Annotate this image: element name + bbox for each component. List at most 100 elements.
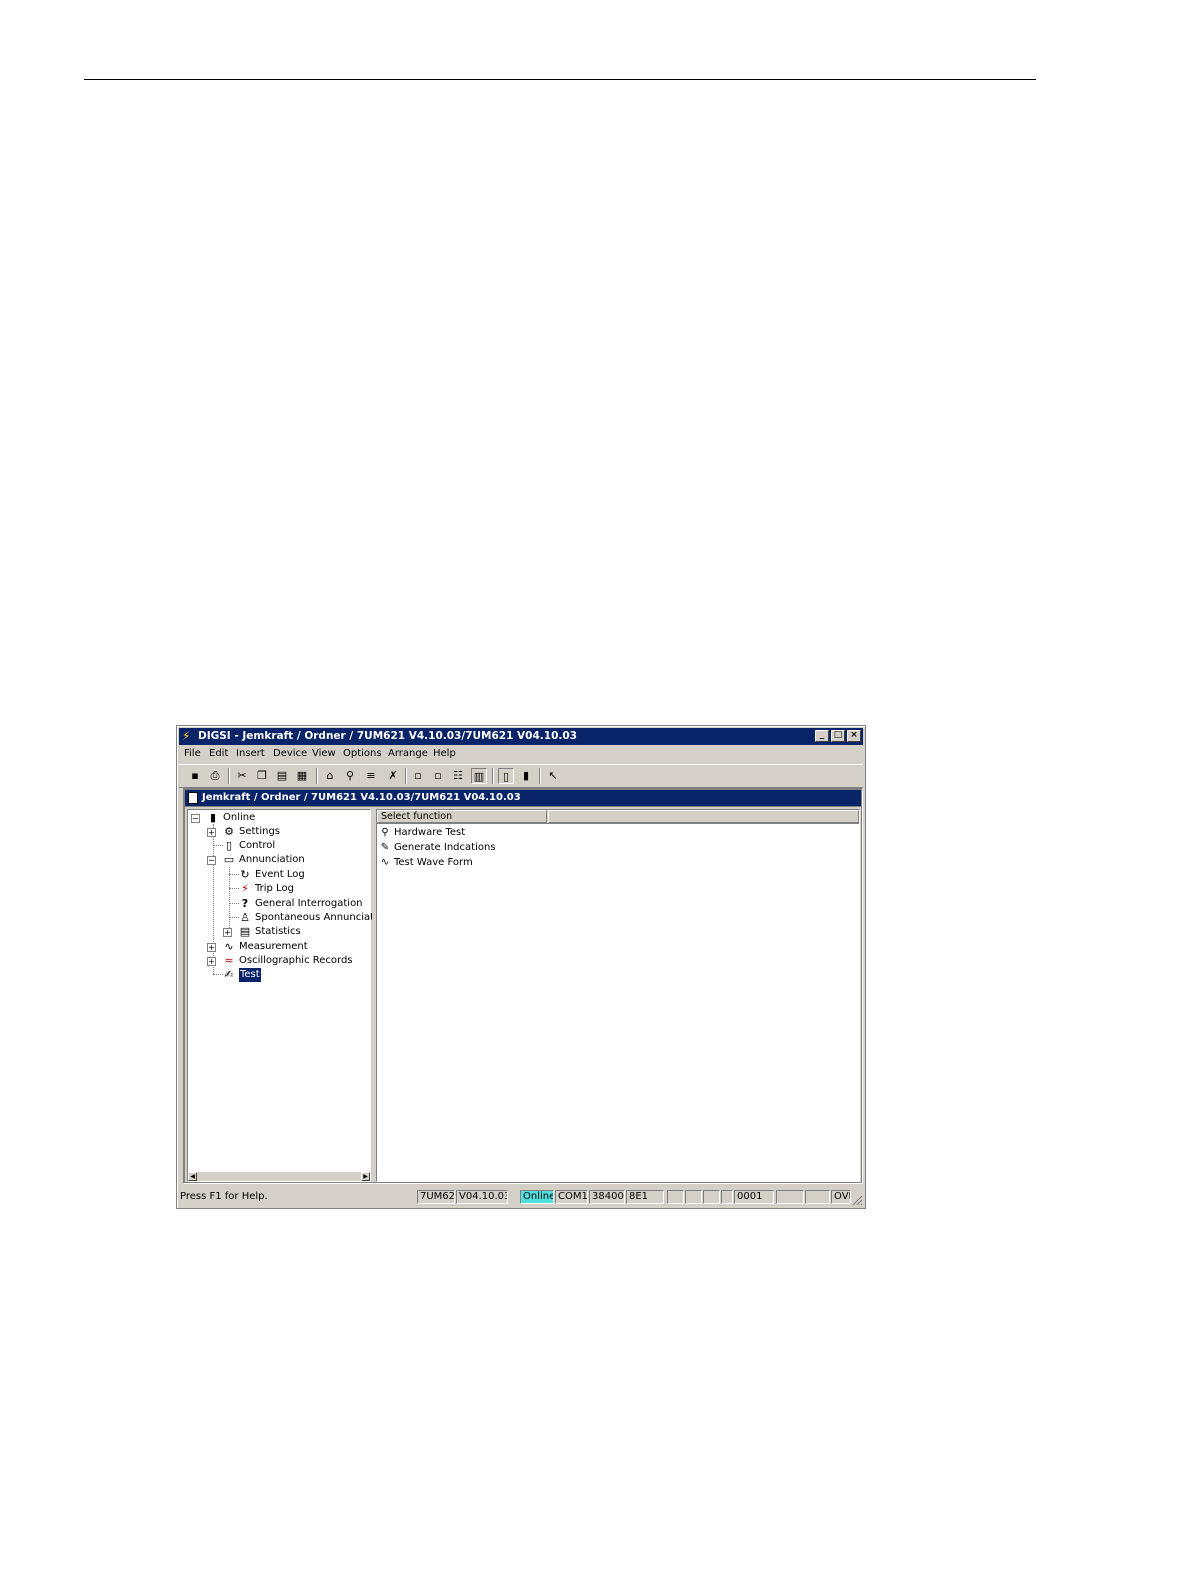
insert-icon[interactable]: ≡ xyxy=(363,768,379,784)
expand-icon[interactable]: + xyxy=(223,928,232,937)
scroll-left-icon[interactable]: ◀ xyxy=(188,1172,197,1181)
tree-label-selected: Test xyxy=(239,968,261,982)
search-device-icon[interactable]: ⚲ xyxy=(342,768,358,784)
menu-device[interactable]: Device xyxy=(273,748,307,759)
digsi-window: ⚡ DIGSI - Jemkraft / Ordner / 7UM621 V4.… xyxy=(176,725,866,1209)
tree-label: Spontaneous Annunciatio xyxy=(255,912,383,923)
column-header-empty[interactable] xyxy=(548,810,859,823)
status-version: V04.10.03 xyxy=(456,1190,508,1204)
tree-label: Oscillographic Records xyxy=(239,955,353,966)
general-interrogation-icon: ? xyxy=(241,897,249,910)
menu-help[interactable]: Help xyxy=(433,748,456,759)
digsi-app-icon: ⚡ xyxy=(182,729,191,743)
menu-options[interactable]: Options xyxy=(343,748,382,759)
status-bar: Press F1 for Help. 7UM621 V04.10.03 Onli… xyxy=(179,1189,863,1206)
large-icons-icon[interactable]: ▫ xyxy=(410,768,426,784)
copy-icon[interactable]: ❐ xyxy=(254,768,270,784)
toolbar-separator xyxy=(316,768,318,784)
help-pointer-icon[interactable]: ↖ xyxy=(545,768,561,784)
status-baud: 38400 xyxy=(589,1190,625,1204)
cut-icon[interactable]: ✂ xyxy=(234,768,250,784)
collapse-icon[interactable]: − xyxy=(207,856,216,865)
navigation-tree[interactable]: − ▮ Online + ⚙ Settings ▯ Control − ▭ An… xyxy=(187,809,383,1182)
status-counter: 0001 xyxy=(734,1190,774,1204)
test-icon: ✍ xyxy=(224,968,234,981)
menu-view[interactable]: View xyxy=(312,748,336,759)
tree-label: General Interrogation xyxy=(255,898,363,909)
hardware-test-icon: ⚲ xyxy=(381,827,389,838)
list-item-label: Generate Indcations xyxy=(394,842,496,853)
control-icon: ▯ xyxy=(225,839,233,852)
menu-edit[interactable]: Edit xyxy=(209,748,228,759)
list-view-icon[interactable]: ☷ xyxy=(450,768,466,784)
scroll-right-icon[interactable]: ▶ xyxy=(361,1172,370,1181)
menu-arrange[interactable]: Arrange xyxy=(388,748,428,759)
list-header: Select function xyxy=(377,810,859,824)
tree-label: Statistics xyxy=(255,926,301,937)
tree-horizontal-scrollbar[interactable]: ◀ ▶ xyxy=(188,1171,370,1181)
offline-icon[interactable]: ▮ xyxy=(518,768,534,784)
collapse-icon[interactable]: − xyxy=(191,814,200,823)
tree-label: Trip Log xyxy=(255,883,294,894)
tree-line xyxy=(229,867,230,932)
oscillograph-icon: ≈ xyxy=(224,954,234,967)
tree-label: Event Log xyxy=(255,869,305,880)
status-overwrite: OVR xyxy=(831,1190,851,1204)
paste-icon[interactable]: ▤ xyxy=(274,768,290,784)
resize-grip-icon[interactable] xyxy=(851,1194,863,1206)
tree-label: Control xyxy=(239,840,276,851)
status-indicator xyxy=(721,1190,733,1204)
generate-indications-icon: ✎ xyxy=(380,842,390,853)
status-indicator xyxy=(703,1190,720,1204)
toolbar-separator xyxy=(539,768,541,784)
status-indicator xyxy=(805,1190,830,1204)
tree-label: Measurement xyxy=(239,941,308,952)
toolbar-separator xyxy=(228,768,230,784)
document-icon xyxy=(188,792,198,804)
close-button[interactable]: × xyxy=(847,730,861,742)
details-view-icon[interactable]: ▥ xyxy=(471,768,487,784)
small-icons-icon[interactable]: ▫ xyxy=(430,768,446,784)
delete-icon[interactable]: ▦ xyxy=(294,768,310,784)
status-indicator xyxy=(776,1190,804,1204)
child-window-body: − ▮ Online + ⚙ Settings ▯ Control − ▭ An… xyxy=(185,807,861,1182)
minimize-button[interactable]: _ xyxy=(815,730,829,742)
child-window-title-bar[interactable]: Jemkraft / Ordner / 7UM621 V4.10.03/7UM6… xyxy=(185,790,861,806)
measurement-icon: ∿ xyxy=(224,940,234,953)
expand-icon[interactable]: + xyxy=(207,957,216,966)
tree-label: Settings xyxy=(239,826,281,837)
save-icon[interactable]: ▪ xyxy=(187,768,203,784)
test-wave-form-icon: ∿ xyxy=(380,857,390,868)
title-bar[interactable]: ⚡ DIGSI - Jemkraft / Ordner / 7UM621 V4.… xyxy=(179,728,863,745)
online-icon[interactable]: ▯ xyxy=(498,768,514,784)
statistics-icon: ▤ xyxy=(239,925,251,938)
window-title: DIGSI - Jemkraft / Ordner / 7UM621 V4.10… xyxy=(198,730,577,742)
tree-label: Online xyxy=(223,812,256,823)
status-device: 7UM621 xyxy=(417,1190,455,1204)
settings-icon: ⚙ xyxy=(224,825,234,838)
print-icon[interactable]: ⎙ xyxy=(207,768,223,784)
function-list[interactable]: Select function ⚲ Hardware Test ✎ Genera… xyxy=(376,809,860,1182)
tree-label: Annunciation xyxy=(239,854,305,865)
expand-icon[interactable]: + xyxy=(207,828,216,837)
status-online: Online xyxy=(520,1190,554,1204)
list-item-label: Test Wave Form xyxy=(394,857,473,868)
status-port: COM1 xyxy=(555,1190,588,1204)
status-help-text: Press F1 for Help. xyxy=(180,1191,268,1202)
column-header-select-function[interactable]: Select function xyxy=(377,810,547,823)
event-log-icon: ↻ xyxy=(240,868,250,881)
spontaneous-annunciation-icon: ♙ xyxy=(240,911,250,924)
menu-bar: File Edit Insert Device View Options Arr… xyxy=(179,746,863,763)
menu-file[interactable]: File xyxy=(184,748,201,759)
toolbar-separator xyxy=(492,768,494,784)
device-icon[interactable]: ⌂ xyxy=(322,768,338,784)
remove-icon[interactable]: ✗ xyxy=(385,768,401,784)
trip-log-icon: ⚡ xyxy=(241,882,249,895)
expand-icon[interactable]: + xyxy=(207,943,216,952)
annunciation-icon: ▭ xyxy=(223,853,235,866)
mdi-client-area: Jemkraft / Ordner / 7UM621 V4.10.03/7UM6… xyxy=(183,788,863,1184)
menu-insert[interactable]: Insert xyxy=(236,748,265,759)
status-indicator xyxy=(667,1190,684,1204)
maximize-button[interactable]: □ xyxy=(831,730,845,742)
page-header-rule xyxy=(84,79,1036,80)
